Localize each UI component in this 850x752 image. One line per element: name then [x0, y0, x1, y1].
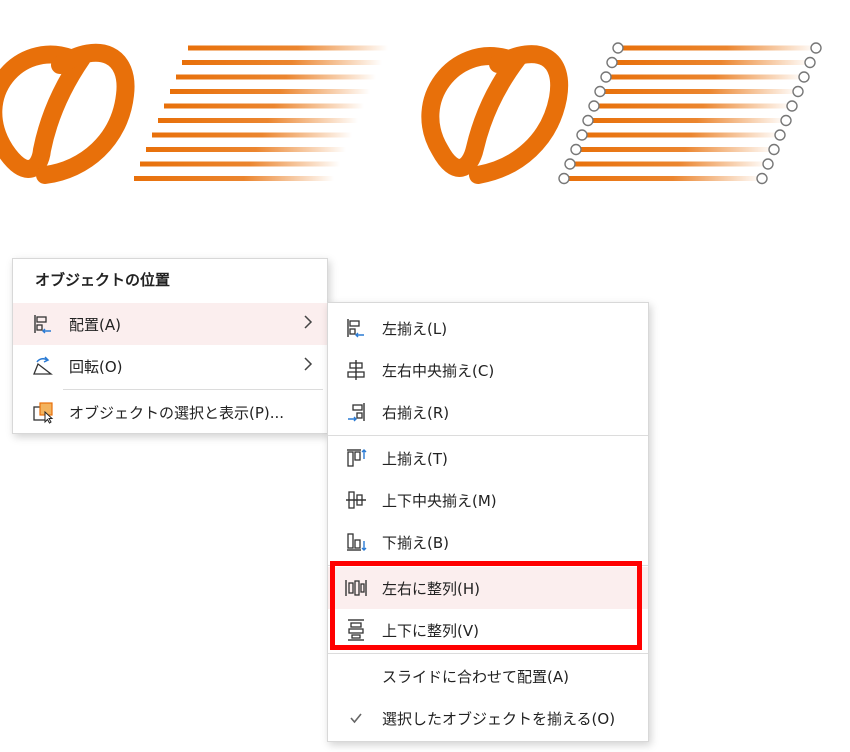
gradient-line [170, 89, 370, 94]
menu-title: オブジェクトの位置 [35, 271, 171, 289]
chevron-right-icon [304, 357, 313, 371]
no-glyph-right [421, 45, 569, 184]
gradient-line [164, 103, 364, 109]
submenu-item-label: 左揃え(L) [382, 320, 448, 338]
position-menu: オブジェクトの位置 配置(A) 回転(O) オブジェクトの選択と表示(P)... [12, 258, 328, 434]
gradient-line [564, 176, 762, 181]
submenu-item-distribute-vertically[interactable]: 上下に整列(V) [328, 609, 648, 651]
selection-handle[interactable] [564, 158, 576, 170]
menu-item-selection-pane[interactable]: オブジェクトの選択と表示(P)... [13, 391, 327, 433]
submenu-item-align-center[interactable]: 左右中央揃え(C) [328, 349, 648, 391]
submenu-item-label: 左右中央揃え(C) [382, 362, 495, 380]
submenu-item-label: 上揃え(T) [382, 450, 448, 468]
selection-handle[interactable] [804, 56, 816, 69]
menu-separator [328, 565, 648, 566]
gradient-line [176, 74, 376, 80]
selection-handle[interactable] [588, 100, 600, 112]
align-bottom-icon [347, 533, 367, 551]
menu-separator [328, 435, 648, 436]
submenu-item-label: 選択したオブジェクトを揃える(O) [382, 710, 616, 728]
align-submenu: 左揃え(L) 左右中央揃え(C) 右揃え(R) 上揃え(T) 上下中央揃え(M)… [327, 302, 649, 742]
selection-handle[interactable] [798, 71, 810, 83]
align-left-icon [347, 319, 364, 338]
submenu-item-label: 上下に整列(V) [382, 622, 479, 640]
gradient-line [146, 147, 346, 152]
selection-handle[interactable] [768, 143, 780, 156]
gradient-line [588, 118, 786, 123]
align-top-icon [347, 449, 367, 467]
selection-handle[interactable] [570, 143, 582, 156]
submenu-item-align-selected-objects[interactable]: 選択したオブジェクトを揃える(O) [328, 697, 648, 739]
submenu-item-align-right[interactable]: 右揃え(R) [328, 391, 648, 433]
align-right-icon [348, 403, 365, 422]
gradient-line [576, 147, 774, 152]
gradient-line [612, 60, 810, 65]
submenu-item-label: 左右に整列(H) [382, 580, 480, 598]
menu-item-label: オブジェクトの選択と表示(P)... [69, 404, 285, 422]
submenu-item-align-top[interactable]: 上揃え(T) [328, 437, 648, 479]
menu-item-label: 配置(A) [69, 316, 121, 334]
gradient-line [158, 118, 358, 123]
submenu-item-align-middle[interactable]: 上下中央揃え(M) [328, 479, 648, 521]
selection-handle[interactable] [558, 172, 570, 185]
gradient-line [600, 89, 798, 94]
menu-item-rotate[interactable]: 回転(O) [13, 345, 327, 387]
slide-artwork [0, 42, 822, 185]
menu-item-align[interactable]: 配置(A) [13, 303, 327, 345]
line-stack-right-selected[interactable] [558, 42, 822, 185]
menu-item-label: 回転(O) [69, 358, 123, 376]
gradient-line [188, 45, 388, 51]
gradient-line [582, 132, 780, 138]
selection-handle[interactable] [582, 114, 594, 127]
chevron-right-icon [304, 315, 313, 329]
gradient-line [570, 161, 768, 167]
line-stack-left [134, 45, 388, 181]
menu-separator [63, 389, 323, 390]
selection-handle[interactable] [600, 71, 612, 83]
submenu-item-label: 上下中央揃え(M) [382, 492, 497, 510]
align-center-icon [347, 360, 365, 380]
align-middle-icon [346, 491, 366, 509]
gradient-line [606, 74, 804, 80]
rotate-icon [33, 356, 53, 375]
gradient-line [618, 45, 816, 51]
gradient-line [594, 103, 792, 109]
submenu-item-align-left[interactable]: 左揃え(L) [328, 307, 648, 349]
selection-handle[interactable] [786, 100, 798, 112]
selection-handle[interactable] [810, 42, 822, 54]
gradient-line [182, 60, 382, 65]
selection-handle[interactable] [774, 129, 786, 141]
submenu-item-label: 下揃え(B) [382, 534, 449, 552]
gradient-line [152, 132, 352, 138]
selection-handle[interactable] [792, 85, 804, 98]
selection-handle[interactable] [594, 85, 606, 98]
selection-handle[interactable] [612, 42, 624, 54]
align-left-icon [34, 315, 51, 334]
selection-handle[interactable] [756, 172, 768, 185]
selection-handle[interactable] [606, 56, 618, 69]
submenu-item-distribute-horizontally[interactable]: 左右に整列(H) [328, 567, 648, 609]
distribute-horizontally-icon [345, 580, 367, 596]
checkmark-icon [350, 713, 362, 724]
submenu-item-label: 右揃え(R) [382, 404, 450, 422]
gradient-line [134, 176, 334, 181]
selection-handle[interactable] [762, 158, 774, 170]
menu-separator [328, 653, 648, 654]
selection-handle[interactable] [780, 114, 792, 127]
selection-pane-icon [33, 402, 54, 424]
gradient-line [140, 161, 340, 167]
distribute-vertically-icon [348, 619, 364, 641]
submenu-item-label: スライドに合わせて配置(A) [382, 668, 569, 686]
selection-handle[interactable] [576, 129, 588, 141]
no-glyph-left [0, 43, 135, 184]
submenu-item-align-to-slide[interactable]: スライドに合わせて配置(A) [328, 655, 648, 697]
submenu-item-align-bottom[interactable]: 下揃え(B) [328, 521, 648, 563]
